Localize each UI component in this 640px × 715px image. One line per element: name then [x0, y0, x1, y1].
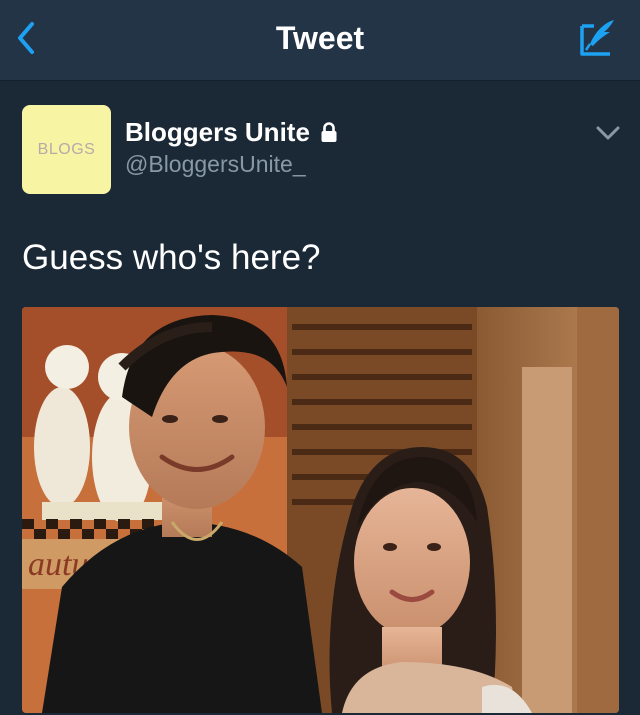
avatar[interactable]: BLOGS: [22, 105, 111, 194]
tweet-text: Guess who's here?: [22, 238, 321, 277]
author-display-name[interactable]: Bloggers Unite: [125, 117, 338, 148]
page-title: Tweet: [275, 20, 365, 56]
chevron-down-icon[interactable]: [594, 123, 622, 143]
tweet-header: BLOGS Bloggers Unite @BloggersUnite_: [0, 81, 640, 221]
compose-feather-icon[interactable]: [576, 16, 620, 60]
author-handle[interactable]: @BloggersUnite_: [125, 151, 306, 178]
lock-icon: [321, 121, 337, 142]
tweet-photo[interactable]: autu: [22, 307, 619, 713]
photo-image: autu: [22, 307, 619, 713]
top-navigation-bar: Tweet: [0, 0, 640, 81]
display-name-text: Bloggers Unite: [125, 117, 310, 147]
avatar-text: BLOGS: [37, 140, 96, 158]
